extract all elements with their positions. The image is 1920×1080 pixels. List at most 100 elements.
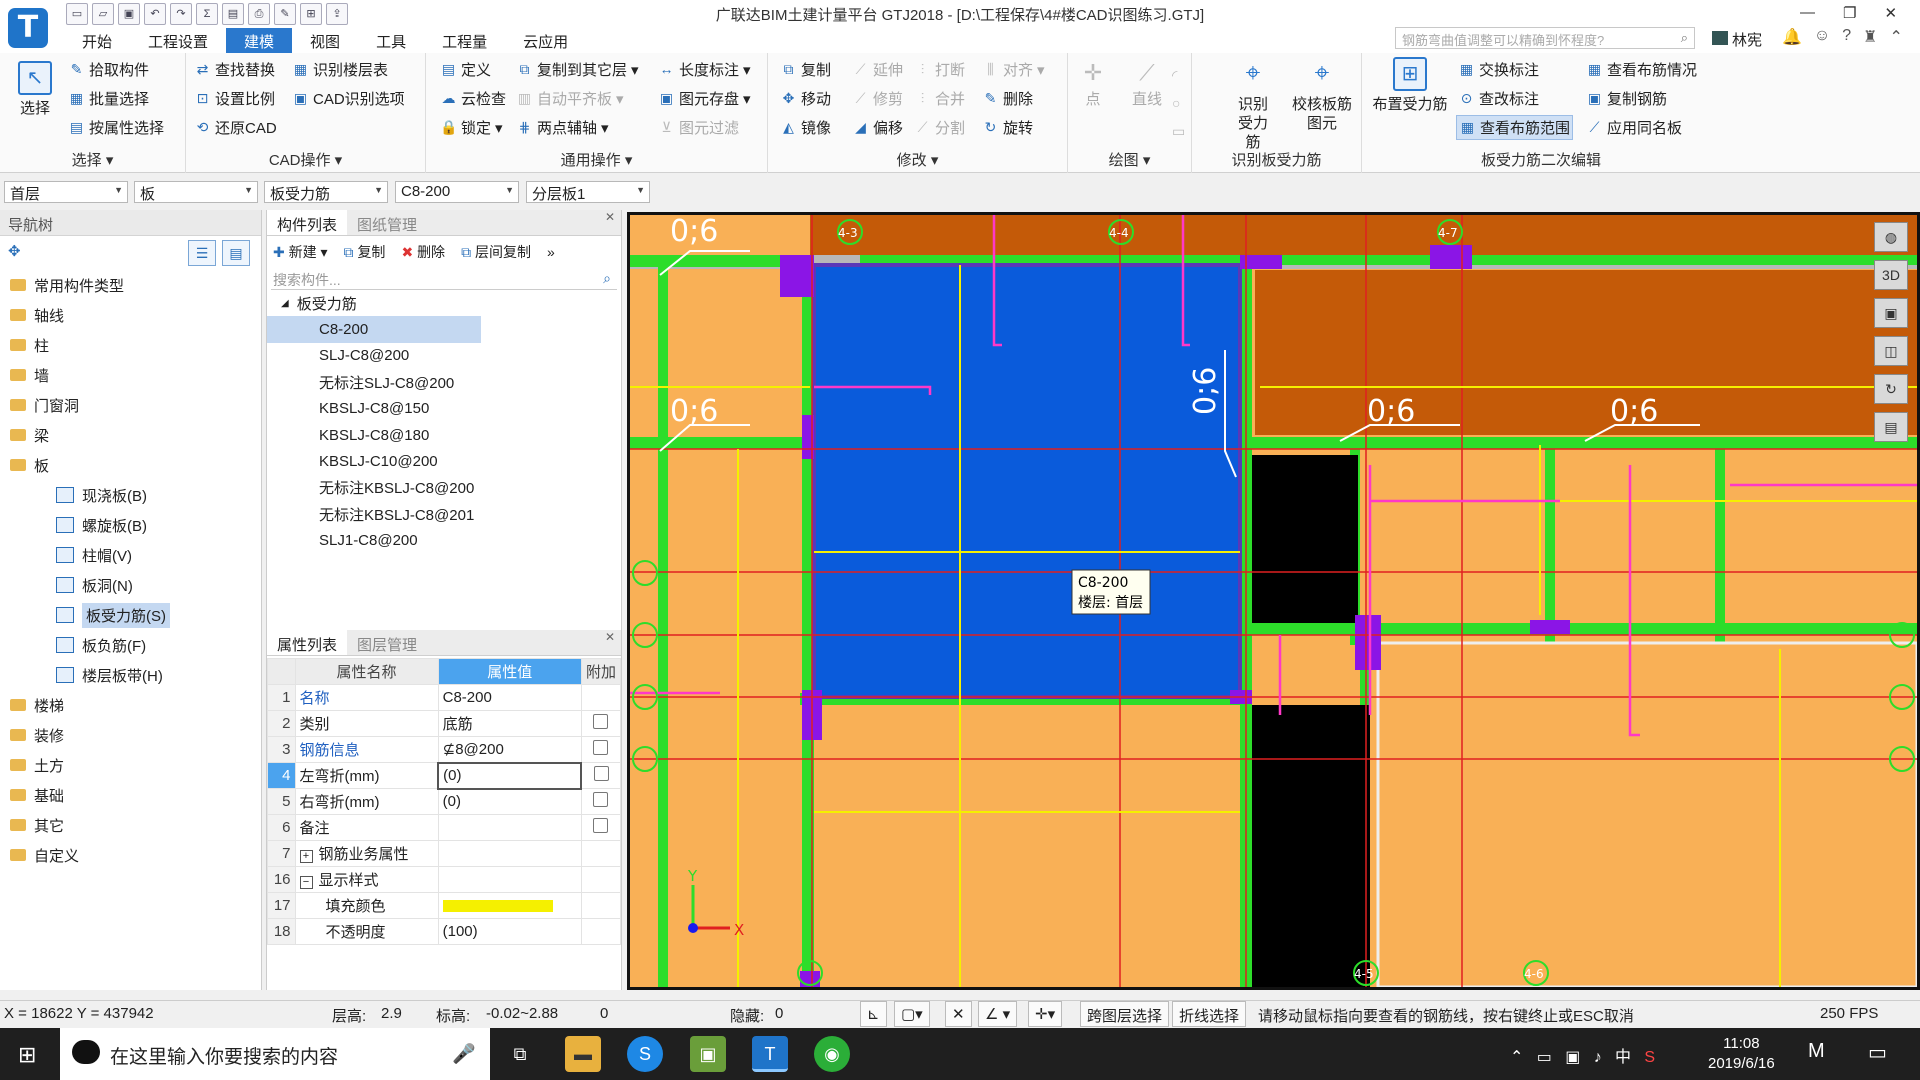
floor-plan-svg[interactable]: 0;6 0;6 0;6 0;6 0;6 4-3 4-4 4-7 4-5 4-6 … (630, 215, 1917, 987)
group-label-select[interactable]: 选择 ▾ (0, 149, 185, 170)
ortho-icon[interactable]: ⊾ (860, 1001, 887, 1027)
slab-brown-right[interactable] (1255, 270, 1917, 435)
component-select[interactable]: C8-200 ▼ (395, 181, 519, 203)
app-logo[interactable]: T (8, 8, 48, 48)
pin-icon[interactable]: ✥ (8, 242, 21, 260)
copy-button[interactable]: ⧉ 复制 (780, 59, 832, 80)
nav-item[interactable]: 梁 (0, 420, 261, 450)
chat-icon[interactable]: ☺ (1814, 27, 1830, 47)
file-explorer-icon[interactable]: ▬ (565, 1036, 601, 1072)
property-row[interactable]: 2 类别 底筋 (267, 710, 622, 737)
property-value[interactable] (437, 892, 582, 919)
menu-cloud[interactable]: 云应用 (505, 28, 586, 53)
restore-icon[interactable]: ❐ (1843, 4, 1856, 22)
delete-component-button[interactable]: ✖ 删除 (401, 242, 445, 262)
cross-icon[interactable]: ✕ (945, 1001, 972, 1027)
nav-item[interactable]: 柱 (0, 330, 261, 360)
nav-item[interactable]: 门窗洞 (0, 390, 261, 420)
property-extra[interactable] (580, 866, 622, 893)
component-item[interactable]: C8-200 (267, 316, 481, 343)
property-value[interactable]: (100) (437, 918, 582, 945)
property-row[interactable]: 6 备注 (267, 814, 622, 841)
slab-brown-top[interactable] (630, 215, 1917, 255)
find-replace-button[interactable]: ⇄ 查找替换 (194, 59, 275, 80)
rotate-view-icon[interactable]: ↻ (1874, 374, 1908, 404)
nav-item[interactable]: 现浇板(B) (0, 480, 261, 510)
nav-item[interactable]: 土方 (0, 750, 261, 780)
clock[interactable]: 11:08 2019/6/16 (1708, 1034, 1775, 1074)
restore-cad-button[interactable]: ⟲ 还原CAD (194, 117, 277, 138)
property-extra[interactable] (580, 788, 622, 815)
break-button[interactable]: ⫶ 打断 (914, 59, 965, 80)
property-row[interactable]: 3 钢筋信息 ⊈8@200 (267, 736, 622, 763)
define-button[interactable]: ▤ 定义 (440, 59, 491, 80)
close-icon[interactable]: ✕ (605, 210, 615, 224)
image-viewer-icon[interactable]: ▣ (690, 1036, 726, 1072)
expand-icon[interactable]: + (299, 850, 313, 863)
recognize-floor-table-button[interactable]: ▦ 识别楼层表 (292, 59, 388, 80)
nav-item[interactable]: 板受力筋(S) (0, 600, 261, 630)
swap-label-button[interactable]: ▦ 交换标注 (1458, 59, 1539, 80)
nav-item[interactable]: 轴线 (0, 300, 261, 330)
nav-item[interactable]: 板 (0, 450, 261, 480)
property-value[interactable]: C8-200 (437, 684, 582, 711)
ime-indicator[interactable]: 中 (1615, 1049, 1631, 1066)
logo-tray-icon[interactable]: M (1808, 1040, 1825, 1063)
tab-component-list[interactable]: 构件列表 (267, 210, 348, 235)
menu-project-settings[interactable]: 工程设置 (130, 28, 226, 53)
sogou-browser-icon[interactable]: S (627, 1036, 663, 1072)
mirror-button[interactable]: ◭ 镜像 (780, 117, 831, 138)
layers-view-icon[interactable]: ▤ (1874, 412, 1908, 442)
pick-component-button[interactable]: ✎ 拾取构件 (68, 59, 149, 80)
checkbox[interactable] (593, 740, 609, 755)
collapse-icon[interactable]: ⌃ (1890, 27, 1903, 47)
split-button[interactable]: ⟋ 分割 (914, 117, 965, 138)
minimize-icon[interactable]: — (1800, 4, 1815, 22)
check-rebar-button[interactable]: ⌖ 校核板筋图元 (1290, 57, 1354, 133)
offset-button[interactable]: ◢ 偏移 (852, 117, 903, 138)
expand-icon[interactable]: − (299, 876, 313, 889)
component-item[interactable]: SLJ-C8@200 (267, 343, 621, 369)
merge-button[interactable]: ⫶ 合并 (914, 88, 965, 109)
menu-view[interactable]: 视图 (292, 28, 358, 53)
property-row[interactable]: 5 右弯折(mm) (0) (267, 788, 622, 815)
nav-item[interactable]: 楼梯 (0, 690, 261, 720)
property-value[interactable]: ⊈8@200 (437, 736, 582, 763)
nav-item[interactable]: 自定义 (0, 840, 261, 870)
arc-icons[interactable]: ◜ ○ ▭ (1172, 61, 1185, 145)
set-scale-button[interactable]: ⊡ 设置比例 (194, 88, 275, 109)
move-button[interactable]: ✥ 移动 (780, 88, 831, 109)
property-value[interactable] (437, 866, 582, 893)
property-extra[interactable] (580, 710, 622, 737)
checkbox[interactable] (593, 792, 609, 807)
component-item[interactable]: KBSLJ-C8@180 (267, 422, 621, 448)
notification-icon[interactable]: ▭ (1868, 1040, 1887, 1065)
cloud-check-button[interactable]: ☁ 云检查 (440, 88, 507, 109)
wechat-icon[interactable]: ◉ (814, 1036, 850, 1072)
component-item[interactable]: 无标注KBSLJ-C8@201 (267, 501, 621, 527)
group-label-cad[interactable]: CAD操作 ▾ (186, 149, 425, 170)
nav-item[interactable]: 柱帽(V) (0, 540, 261, 570)
component-search-input[interactable]: 搜索构件... ⌕ (271, 268, 617, 290)
select-button[interactable]: ↖ 选择 (12, 61, 58, 118)
volume-icon[interactable]: ♪ (1594, 1049, 1602, 1066)
angle-icon[interactable]: ∠ ▾ (978, 1001, 1018, 1027)
property-value[interactable]: (0) (437, 788, 582, 815)
point-button[interactable]: ✛ 点 (1076, 62, 1110, 109)
property-row[interactable]: 7 + 钢筋业务属性 (267, 840, 622, 867)
task-view-icon[interactable]: ⧉ (502, 1036, 538, 1072)
copy-rebar-button[interactable]: ▣ 复制钢筋 (1586, 88, 1667, 109)
network-icon[interactable]: ▣ (1565, 1049, 1580, 1066)
copy-component-button[interactable]: ⧉ 复制 (344, 242, 386, 262)
3d-view-icon[interactable]: 3D (1874, 260, 1908, 290)
edit-label-button[interactable]: ⊙ 查改标注 (1458, 88, 1539, 109)
slab-lower-right[interactable] (1376, 641, 1917, 987)
tab-layer-manage[interactable]: 图层管理 (347, 630, 427, 655)
property-extra[interactable] (580, 762, 622, 789)
snap-icon[interactable]: ▢▾ (894, 1001, 930, 1027)
recognize-rebar-button[interactable]: ⌖ 识别受力筋 (1226, 57, 1280, 152)
component-item[interactable]: KBSLJ-C10@200 (267, 448, 621, 474)
component-group[interactable]: ◢ 板受力筋 (267, 290, 621, 316)
view-rebar-status-button[interactable]: ▦ 查看布筋情况 (1586, 59, 1697, 80)
gtj-app-icon[interactable]: T (752, 1036, 788, 1072)
